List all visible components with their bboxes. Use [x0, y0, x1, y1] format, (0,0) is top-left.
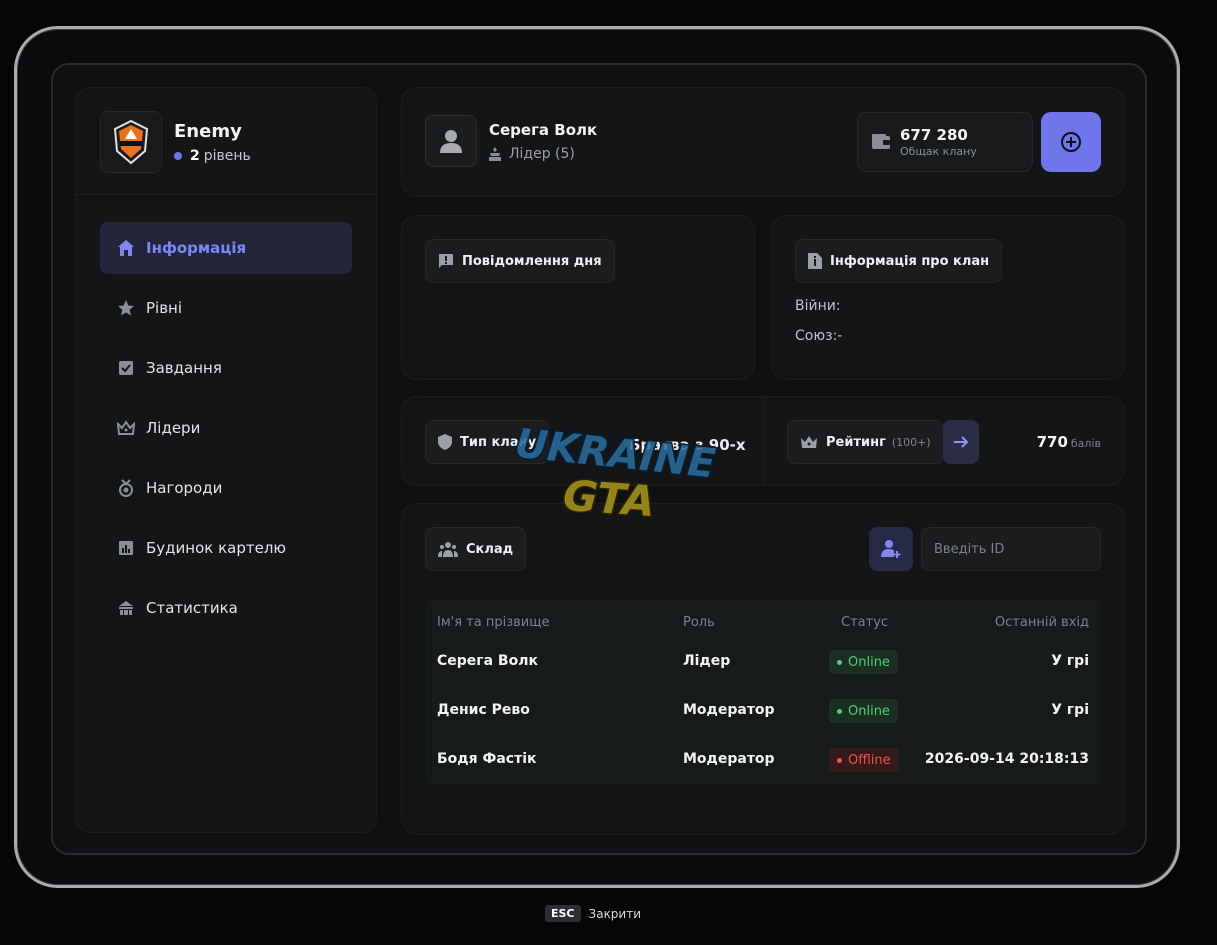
roster-table: Ім'я та прізвище Роль Статус Останній вх… — [425, 600, 1101, 784]
clan-money-value: 677 280 — [900, 126, 968, 144]
member-status: Online — [848, 654, 890, 670]
sidebar: Enemy 2 рівень Інформація Рівні Завдання… — [75, 87, 377, 833]
rating-label: Рейтинг — [826, 434, 886, 450]
col-header-last-seen: Останній вхід — [994, 615, 1089, 630]
close-hint[interactable]: ESC Закрити — [545, 905, 641, 922]
clan-level-number: 2 — [190, 147, 200, 164]
sidebar-item-info[interactable]: Інформація — [100, 222, 352, 274]
esc-key: ESC — [545, 905, 581, 922]
home-icon — [116, 238, 136, 258]
member-last-seen: 2026-09-14 20:18:13 — [924, 751, 1089, 767]
roster-title: Склад — [466, 541, 514, 557]
arrow-right-icon — [954, 436, 969, 448]
close-label: Закрити — [588, 906, 642, 921]
sidebar-item-label: Статистика — [146, 599, 238, 617]
sidebar-item-leaders[interactable]: Лідери — [100, 402, 352, 454]
add-money-button[interactable] — [1041, 112, 1101, 172]
user-plus-icon — [881, 540, 901, 558]
sidebar-item-label: Інформація — [146, 239, 247, 257]
sidebar-divider — [76, 194, 376, 195]
player-name: Серега Волк — [489, 121, 598, 139]
rating-points-unit: балів — [1070, 437, 1101, 450]
sidebar-item-levels[interactable]: Рівні — [100, 282, 352, 334]
col-header-status: Статус — [841, 615, 889, 630]
wallet-icon — [872, 134, 890, 149]
sidebar-item-label: Будинок картелю — [146, 539, 287, 557]
sidebar-item-label: Нагороди — [146, 479, 223, 497]
member-last-seen: У грі — [1051, 653, 1089, 669]
member-role: Модератор — [683, 702, 775, 718]
status-dot-icon — [837, 659, 842, 665]
shield-icon — [438, 434, 452, 450]
player-panel: Серега Волк Лідер (5) 677 280 Общак клан… — [401, 87, 1125, 197]
clan-logo — [100, 111, 162, 173]
rating-chip: Рейтинг (100+) — [787, 420, 944, 464]
sidebar-item-label: Лідери — [146, 419, 201, 437]
member-role: Лідер — [683, 653, 731, 669]
member-status: Offline — [848, 752, 891, 768]
clan-wars: Війни: — [795, 298, 841, 314]
member-name: Денис Рево — [437, 702, 530, 718]
sidebar-item-cartel-house[interactable]: Будинок картелю — [100, 522, 352, 574]
member-status: Online — [848, 703, 890, 719]
status-badge: Online — [829, 650, 898, 674]
sidebar-item-statistics[interactable]: Статистика — [100, 582, 352, 634]
sidebar-item-rewards[interactable]: Нагороди — [100, 462, 352, 514]
motd-title: Повідомлення дня — [462, 253, 602, 269]
clan-info-panel: Інформація про клан Війни: Союз:- — [771, 215, 1125, 380]
member-id-input[interactable] — [921, 527, 1101, 571]
chart-icon — [116, 538, 136, 558]
status-dot-icon — [837, 757, 842, 763]
player-role: Лідер (5) — [489, 146, 575, 162]
avatar — [425, 115, 477, 167]
sidebar-item-label: Рівні — [146, 299, 183, 317]
medal-icon — [116, 478, 136, 498]
member-role: Модератор — [683, 751, 775, 767]
watermark-line2: GTA — [562, 471, 657, 526]
motd-title-chip: Повідомлення дня — [425, 239, 615, 283]
clan-level: 2 рівень — [174, 148, 251, 164]
rating-sub: (100+) — [891, 435, 931, 449]
status-badge: Online — [829, 699, 898, 723]
clan-union: Союз:- — [795, 328, 843, 344]
rating-open-button[interactable] — [943, 420, 979, 464]
users-icon — [438, 541, 458, 557]
crown-icon — [800, 435, 818, 449]
building-icon — [116, 598, 136, 618]
status-dot-icon — [837, 708, 842, 714]
plus-circle-icon — [1061, 132, 1081, 152]
clan-info-title: Інформація про клан — [830, 253, 990, 269]
level-dot-icon — [174, 151, 182, 160]
clan-level-label: рівень — [203, 147, 251, 164]
clan-money-label: Общак клану — [900, 145, 977, 158]
sidebar-item-label: Завдання — [146, 359, 222, 377]
message-alert-icon — [438, 253, 454, 269]
clan-header: Enemy 2 рівень — [100, 111, 251, 173]
star-icon — [116, 298, 136, 318]
rank-icon — [489, 147, 501, 161]
clan-name: Enemy — [174, 120, 242, 142]
roster-panel: Склад Ім'я та прізвище Роль Статус Остан… — [401, 503, 1125, 835]
ukraine-gta-watermark: UKRAINE GTA — [511, 419, 719, 528]
status-badge: Offline — [829, 748, 899, 772]
motd-panel: Повідомлення дня — [401, 215, 755, 380]
invite-member-button[interactable] — [869, 527, 913, 571]
col-header-name: Ім'я та прізвище — [437, 615, 550, 630]
rating-points: 770 балів — [1037, 433, 1101, 451]
member-last-seen: У грі — [1051, 702, 1089, 718]
clan-info-title-chip: Інформація про клан — [795, 239, 1003, 283]
panel-divider — [763, 397, 764, 485]
sidebar-item-tasks[interactable]: Завдання — [100, 342, 352, 394]
col-header-role: Роль — [683, 615, 715, 630]
roster-title-chip: Склад — [425, 527, 527, 571]
member-name: Серега Волк — [437, 653, 538, 669]
clan-money: 677 280 Общак клану — [857, 112, 1033, 172]
member-name: Бодя Фастік — [437, 751, 537, 767]
crown-icon — [116, 418, 136, 438]
rating-points-value: 770 — [1036, 433, 1068, 451]
player-role-text: Лідер (5) — [509, 146, 575, 162]
checkbox-icon — [116, 358, 136, 378]
sidebar-nav: Інформація Рівні Завдання Лідери Нагород… — [100, 222, 352, 642]
document-info-icon — [808, 253, 822, 269]
